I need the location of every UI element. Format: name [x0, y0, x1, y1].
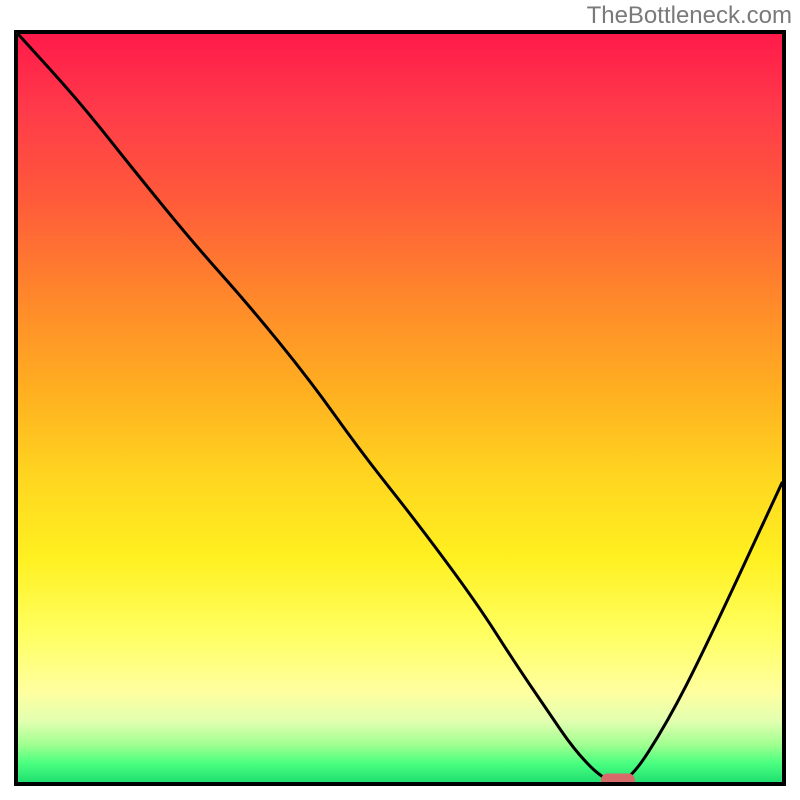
watermark-text: TheBottleneck.com [587, 2, 792, 30]
bottleneck-curve-line [18, 34, 782, 782]
chart-container [14, 30, 786, 786]
chart-curve-svg [18, 34, 782, 782]
optimal-point-marker [601, 774, 635, 783]
chart-plot-area [18, 34, 782, 782]
